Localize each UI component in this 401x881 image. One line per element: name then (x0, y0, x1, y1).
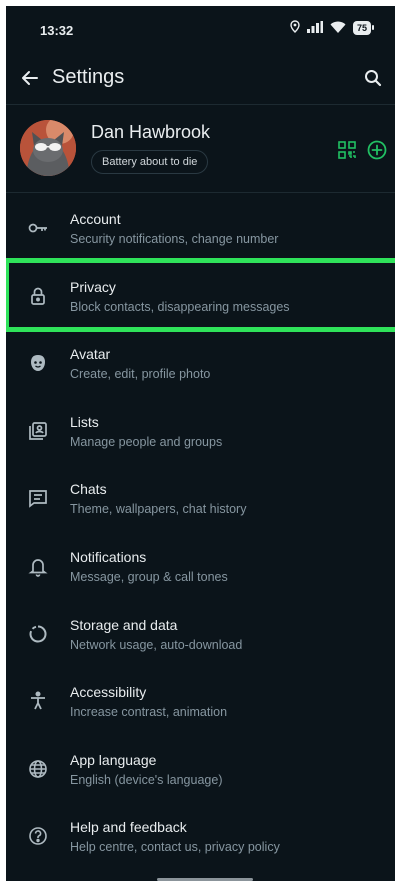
menu-item-title: Storage and data (70, 616, 178, 633)
qr-code-button[interactable] (335, 138, 359, 162)
battery-icon: 75 (352, 21, 375, 35)
menu-item-subtitle: Create, edit, profile photo (70, 367, 211, 382)
globe-icon (26, 757, 50, 781)
plus-circle-icon (367, 140, 387, 160)
wifi-icon (330, 21, 346, 36)
search-button[interactable] (359, 64, 387, 92)
bell-icon (26, 554, 50, 578)
lists-icon (26, 419, 50, 443)
menu-item-accessibility[interactable]: Accessibility Increase contrast, animati… (6, 669, 395, 737)
back-button[interactable] (16, 64, 44, 92)
signal-icon (306, 20, 323, 36)
menu-item-avatar[interactable]: Avatar Create, edit, profile photo (6, 331, 395, 399)
menu-item-title: Account (70, 211, 121, 227)
accessibility-icon (26, 689, 50, 713)
avatar-face-icon (26, 351, 50, 375)
chat-icon (26, 486, 50, 510)
status-bar: 13:32 75 (6, 6, 395, 46)
menu-item-subtitle: Message, group & call tones (70, 569, 228, 584)
menu-item-subtitle: Security notifications, change number (70, 232, 279, 246)
menu-item-subtitle: Help centre, contact us, privacy policy (70, 840, 280, 855)
key-icon (26, 216, 50, 240)
menu-item-privacy[interactable]: Privacy Block contacts, disappearing mes… (6, 257, 395, 332)
qr-code-icon (338, 141, 356, 159)
avatar[interactable] (20, 120, 76, 176)
add-button[interactable] (365, 138, 389, 162)
profile-name: Dan Hawbrook (91, 122, 211, 142)
menu-item-subtitle: Block contacts, disappearing messages (70, 299, 290, 314)
menu-item-title: Privacy (70, 278, 116, 295)
location-icon (290, 20, 300, 36)
menu-item-title: Help and feedback (70, 819, 187, 836)
menu-item-subtitle: Theme, wallpapers, chat history (70, 502, 247, 517)
menu-item-title: Notifications (70, 548, 147, 565)
lock-icon (26, 284, 50, 308)
profile-card[interactable]: Dan Hawbrook Battery about to die (6, 114, 395, 192)
menu-item-app-language[interactable]: App language English (device's language) (6, 737, 395, 805)
page-title: Settings (52, 66, 125, 88)
menu-item-help-and-feedback[interactable]: Help and feedback Help centre, contact u… (6, 804, 395, 872)
menu-item-chats[interactable]: Chats Theme, wallpapers, chat history (6, 466, 395, 534)
arrow-left-icon (22, 71, 38, 85)
menu-item-title: Chats (70, 481, 107, 498)
settings-menu: Account Security notifications, change n… (6, 196, 395, 872)
status-icons: 75 (290, 20, 375, 36)
storage-circle-icon (26, 622, 50, 646)
menu-item-notifications[interactable]: Notifications Message, group & call tone… (6, 534, 395, 602)
menu-item-title: Accessibility (70, 684, 147, 701)
menu-item-subtitle: English (device's language) (70, 772, 223, 787)
menu-item-title: Avatar (70, 346, 111, 363)
menu-item-lists[interactable]: Lists Manage people and groups (6, 399, 395, 467)
menu-item-subtitle: Increase contrast, animation (70, 705, 228, 720)
divider (6, 192, 395, 193)
help-icon (26, 824, 50, 848)
menu-item-title: Lists (70, 413, 99, 430)
phone-screen: 13:32 75 Settings Dan Hawbrook Battery a… (6, 6, 395, 881)
status-time: 13:32 (40, 23, 74, 38)
menu-item-subtitle: Manage people and groups (70, 434, 223, 449)
menu-item-storage-and-data[interactable]: Storage and data Network usage, auto-dow… (6, 602, 395, 670)
divider (6, 104, 395, 105)
menu-item-subtitle: Network usage, auto-download (70, 637, 243, 652)
app-bar: Settings (6, 56, 395, 100)
profile-status[interactable]: Battery about to die (91, 150, 209, 174)
menu-item-account[interactable]: Account Security notifications, change n… (6, 196, 395, 264)
menu-item-title: App language (70, 751, 157, 768)
search-icon (365, 70, 382, 87)
